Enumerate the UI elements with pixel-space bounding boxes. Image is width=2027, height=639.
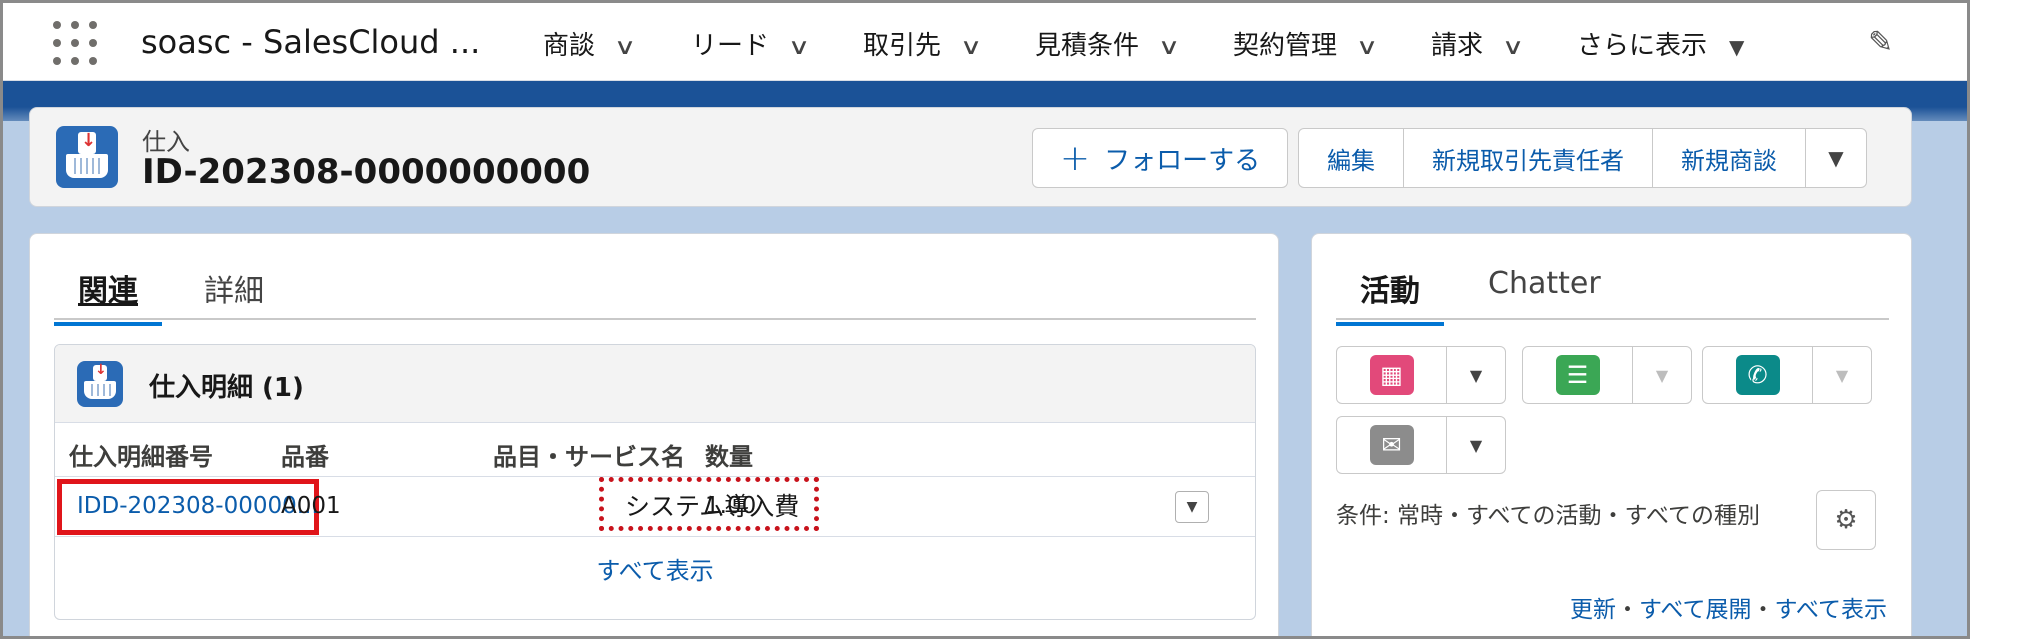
- tab-details[interactable]: 詳細: [204, 266, 264, 322]
- nav-item-label: 契約管理: [1233, 31, 1338, 61]
- nav-more-label: さらに表示: [1577, 31, 1708, 61]
- global-nav-bar: soasc - SalesCloud ... 商談 ∨ リード ∨ 取引先 ∨ 見積条…: [3, 3, 1967, 81]
- view-all-activity-link[interactable]: すべて表示: [1775, 597, 1887, 623]
- nav-item-label: 取引先: [863, 31, 942, 61]
- phone-icon: ✆: [1735, 355, 1780, 395]
- left-tab-bar: 関連 詳細: [54, 264, 1256, 326]
- nav-item-accounts[interactable]: 取引先 ∨: [863, 25, 982, 62]
- related-panel: 関連 詳細 仕入明細 (1) 仕入明細番号 品番 品目・サービス名 数量 IDD…: [29, 233, 1279, 636]
- pencil-icon[interactable]: ✎: [1868, 25, 1893, 60]
- quantity-cell: 1.00: [705, 493, 757, 519]
- separator: ・: [1751, 597, 1775, 623]
- activity-filter-text: 条件: 常時・すべての活動・すべての種別: [1336, 503, 1761, 529]
- view-all-link[interactable]: すべて表示: [55, 551, 1255, 586]
- activity-links: 更新・すべて展開・すべて表示: [1570, 590, 1887, 624]
- column-header[interactable]: 仕入明細番号: [69, 437, 213, 472]
- log-call-button[interactable]: ✆: [1703, 347, 1813, 403]
- nav-more-menu[interactable]: さらに表示 ▼: [1577, 25, 1744, 62]
- table-header-row: 仕入明細番号 品番 品目・サービス名 数量: [55, 423, 1255, 477]
- nav-item-contracts[interactable]: 契約管理 ∨: [1233, 25, 1378, 62]
- edit-button[interactable]: 編集: [1299, 129, 1404, 187]
- table-row: IDD-202308-00000... A001 システム導入費 1.00 ▼: [55, 477, 1255, 537]
- gear-icon[interactable]: ⚙: [1816, 490, 1876, 550]
- nav-item-label: 商談: [543, 31, 596, 61]
- purchase-object-icon: [56, 126, 118, 188]
- nav-item-label: リード: [691, 31, 770, 61]
- task-list-icon: ☰: [1555, 355, 1600, 395]
- tab-related[interactable]: 関連: [54, 266, 162, 326]
- right-tab-bar: 活動 Chatter: [1336, 264, 1889, 326]
- column-header[interactable]: 数量: [705, 437, 753, 472]
- email-button[interactable]: ✉: [1337, 417, 1447, 473]
- follow-button[interactable]: + フォローする: [1032, 128, 1288, 188]
- chevron-down-icon[interactable]: ∨: [1356, 35, 1379, 60]
- nav-item-label: 請求: [1431, 31, 1484, 61]
- caret-down-icon[interactable]: ▼: [1729, 35, 1744, 59]
- record-title: ID-202308-0000000000: [142, 152, 591, 192]
- expand-all-link[interactable]: すべて展開: [1639, 597, 1751, 623]
- tab-chatter[interactable]: Chatter: [1488, 266, 1601, 313]
- plus-icon: +: [1059, 137, 1091, 179]
- follow-label: フォローする: [1104, 145, 1261, 176]
- chevron-down-icon[interactable]: ∨: [788, 35, 811, 60]
- column-header[interactable]: 品目・サービス名: [493, 437, 685, 472]
- new-task-button-group: ☰ ▼: [1522, 346, 1692, 404]
- app-launcher-waffle-icon[interactable]: [53, 21, 97, 65]
- tab-activity[interactable]: 活動: [1336, 266, 1444, 326]
- caret-down-icon[interactable]: ▼: [1447, 347, 1505, 403]
- log-call-button-group: ✆ ▼: [1702, 346, 1872, 404]
- part-number-cell: A001: [281, 493, 341, 519]
- refresh-link[interactable]: 更新: [1570, 597, 1616, 623]
- nav-item-quotes[interactable]: 見積条件 ∨: [1035, 25, 1180, 62]
- new-task-button[interactable]: ☰: [1523, 347, 1633, 403]
- separator: ・: [1616, 597, 1640, 623]
- nav-item-label: 見積条件: [1035, 31, 1140, 61]
- column-header[interactable]: 品番: [281, 437, 329, 472]
- caret-down-icon[interactable]: ▼: [1813, 347, 1871, 403]
- caret-down-icon[interactable]: ▼: [1633, 347, 1691, 403]
- purchase-lines-related-list: 仕入明細 (1) 仕入明細番号 品番 品目・サービス名 数量 IDD-20230…: [54, 344, 1256, 620]
- record-action-group: 編集 新規取引先責任者 新規商談 ▼: [1298, 128, 1867, 188]
- related-list-title[interactable]: 仕入明細 (1): [149, 367, 304, 404]
- record-header: 仕入 ID-202308-0000000000 +フォローする 編集 新規取引先…: [29, 107, 1912, 207]
- caret-down-icon[interactable]: ▼: [1447, 417, 1505, 473]
- browser-frame: soasc - SalesCloud ... 商談 ∨ リード ∨ 取引先 ∨ 見積条…: [0, 0, 1970, 639]
- activity-panel: 活動 Chatter ▦ ▼ ☰ ▼ ✆ ▼ ✉ ▼ 条件: 常時・すべての活動…: [1311, 233, 1912, 636]
- chevron-down-icon[interactable]: ∨: [1158, 35, 1181, 60]
- app-name: soasc - SalesCloud ...: [141, 23, 481, 61]
- email-button-group: ✉ ▼: [1336, 416, 1506, 474]
- calendar-icon: ▦: [1369, 355, 1414, 395]
- new-contact-button[interactable]: 新規取引先責任者: [1404, 129, 1653, 187]
- envelope-icon: ✉: [1369, 425, 1414, 465]
- related-list-header: 仕入明細 (1): [55, 345, 1255, 423]
- row-actions-caret-icon[interactable]: ▼: [1175, 491, 1209, 523]
- new-event-button[interactable]: ▦: [1337, 347, 1447, 403]
- nav-item-billing[interactable]: 請求 ∨: [1431, 25, 1524, 62]
- new-opportunity-button[interactable]: 新規商談: [1653, 129, 1806, 187]
- new-event-button-group: ▦ ▼: [1336, 346, 1506, 404]
- more-actions-caret-icon[interactable]: ▼: [1806, 129, 1866, 187]
- purchase-object-icon: [77, 361, 123, 407]
- page-margin: [1970, 0, 2027, 639]
- chevron-down-icon[interactable]: ∨: [1502, 35, 1525, 60]
- nav-item-leads[interactable]: リード ∨: [691, 25, 810, 62]
- chevron-down-icon[interactable]: ∨: [614, 35, 637, 60]
- nav-item-opportunities[interactable]: 商談 ∨: [543, 25, 636, 62]
- chevron-down-icon[interactable]: ∨: [960, 35, 983, 60]
